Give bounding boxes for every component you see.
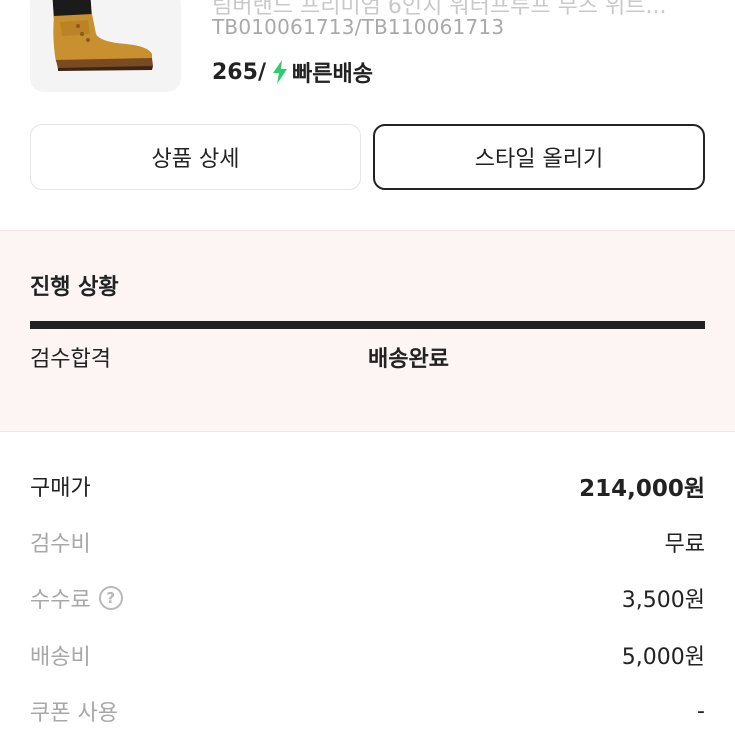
- help-icon[interactable]: ?: [98, 586, 123, 610]
- coupon-value: -: [697, 698, 705, 724]
- size-delivery-line: 265 / 빠른배송: [212, 56, 373, 88]
- step-inspection-passed: 검수합격: [30, 347, 111, 372]
- inspection-fee-row: 검수비 무료: [30, 522, 705, 562]
- purchase-price-label: 구매가: [30, 476, 91, 501]
- coupon-label: 쿠폰 사용: [30, 701, 118, 726]
- model-number: TB010061713/TB110061713: [212, 15, 505, 39]
- commission-label: 수수료: [30, 588, 91, 613]
- size-value: 265: [212, 59, 258, 85]
- shipping-fee-label: 배송비: [30, 645, 91, 670]
- fast-delivery-label: 빠른배송: [291, 62, 373, 87]
- inspection-fee-label: 검수비: [30, 532, 91, 557]
- purchase-price-value: 214,000원: [579, 476, 705, 502]
- progress-title: 진행 상황: [30, 275, 119, 300]
- coupon-row: 쿠폰 사용 -: [30, 691, 705, 731]
- step-delivered: 배송완료: [368, 347, 449, 372]
- commission-label-group: 수수료 ?: [30, 582, 123, 614]
- boot-image-icon: [52, 0, 153, 71]
- commission-row: 수수료 ? 3,500원: [30, 578, 705, 618]
- product-summary: 팀버랜드 프리미엄 6인치 워터프루프 부츠 위트... TB010061713…: [0, 0, 735, 110]
- inspection-fee-value: 무료: [664, 532, 705, 557]
- progress-section: 진행 상황 검수합격 배송완료: [0, 230, 735, 432]
- size-separator: /: [257, 59, 266, 85]
- commission-value: 3,500원: [621, 588, 705, 613]
- purchase-price-row: 구매가 214,000원: [30, 466, 705, 506]
- progress-bar: [30, 321, 705, 329]
- product-detail-button[interactable]: 상품 상세: [30, 124, 361, 190]
- shipping-fee-value: 5,000원: [621, 645, 705, 670]
- lightning-bolt-icon: [272, 60, 288, 84]
- product-thumbnail[interactable]: [30, 0, 181, 92]
- shipping-fee-row: 배송비 5,000원: [30, 635, 705, 675]
- post-style-button[interactable]: 스타일 올리기: [373, 124, 705, 190]
